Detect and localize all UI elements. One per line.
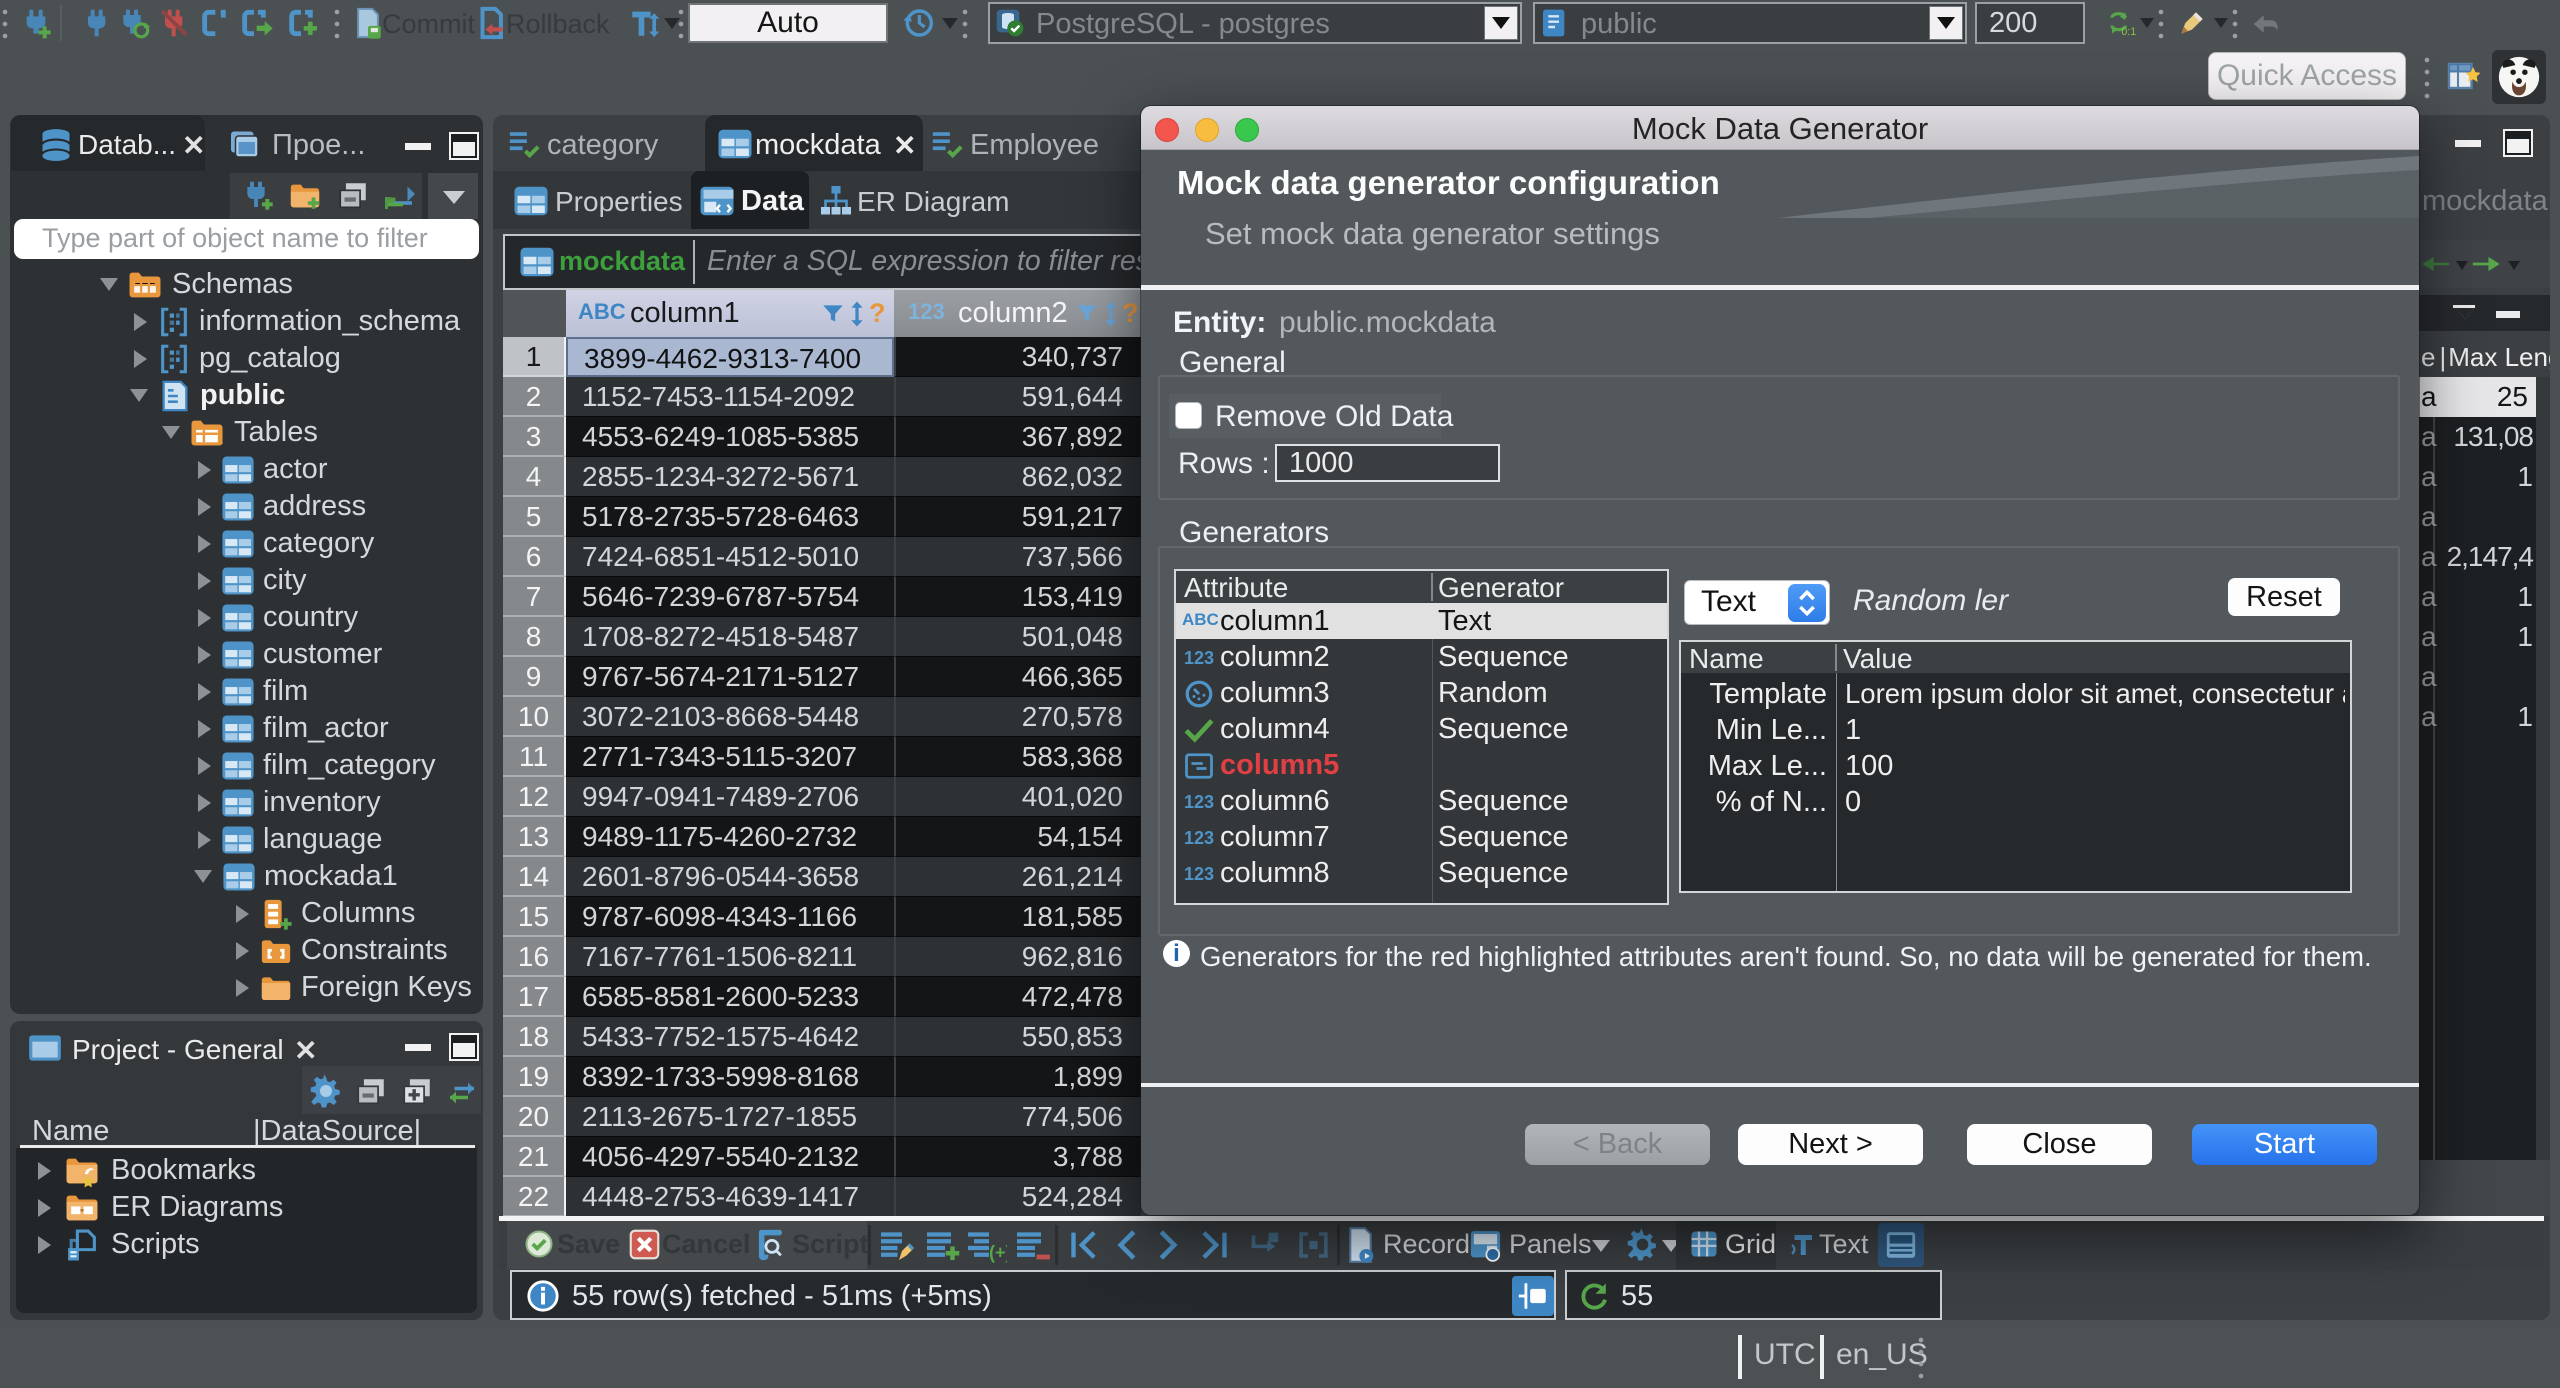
svg-text:(+): (+): [989, 1243, 1007, 1263]
svg-text:0:1: 0:1: [2121, 26, 2136, 38]
